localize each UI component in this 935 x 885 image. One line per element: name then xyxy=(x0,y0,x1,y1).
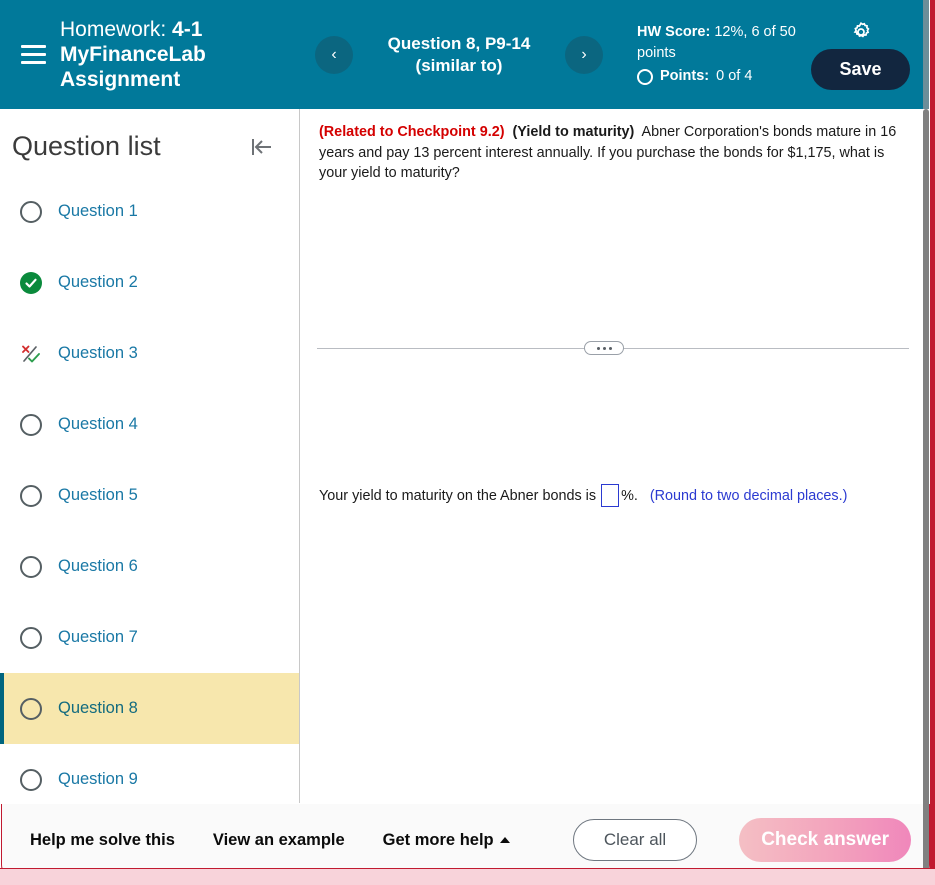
vertical-scrollbar[interactable] xyxy=(923,109,929,884)
hamburger-bar xyxy=(20,53,46,56)
question-statement: (Related to Checkpoint 9.2) (Yield to ma… xyxy=(301,109,923,184)
sidebar-item-question-7[interactable]: Question 7 xyxy=(0,602,299,673)
sidebar-item-question-1[interactable]: Question 1 xyxy=(0,176,299,247)
sidebar-item-label: Question 8 xyxy=(58,699,138,717)
app-header: Homework: 4-1 MyFinanceLab Assignment ‹ … xyxy=(0,0,923,109)
sidebar-item-question-6[interactable]: Question 6 xyxy=(0,531,299,602)
partial-credit-icon xyxy=(20,343,42,365)
empty-circle-icon xyxy=(20,626,42,649)
sidebar-header: Question list xyxy=(0,109,299,162)
sidebar-item-question-9[interactable]: Question 9 xyxy=(0,744,299,803)
gear-icon[interactable] xyxy=(849,20,873,44)
handle-dot xyxy=(602,346,606,350)
help-me-solve-this-link[interactable]: Help me solve this xyxy=(30,831,175,850)
answer-unit: %. xyxy=(621,487,638,504)
sidebar-item-label: Question 6 xyxy=(58,557,138,575)
points-row: Points: 0 of 4 xyxy=(637,66,812,87)
action-toolbar: Help me solve this View an example Get m… xyxy=(1,804,930,877)
answer-prompt: Your yield to maturity on the Abner bond… xyxy=(319,487,597,504)
hamburger-menu-icon[interactable] xyxy=(8,45,58,64)
resize-handle-dots-icon[interactable] xyxy=(584,341,624,355)
hamburger-bar xyxy=(20,61,46,64)
collapse-panel-left-icon[interactable] xyxy=(247,133,275,161)
empty-circle-icon xyxy=(20,200,42,223)
chevron-left-icon: ‹ xyxy=(331,45,337,63)
save-button[interactable]: Save xyxy=(811,48,910,90)
scrollbar-thumb[interactable] xyxy=(923,109,929,884)
sidebar-item-label: Question 1 xyxy=(58,202,138,220)
answer-input[interactable] xyxy=(601,484,620,507)
empty-circle-icon xyxy=(20,697,42,720)
handle-dot xyxy=(596,346,600,350)
sidebar-item-label: Question 3 xyxy=(58,344,138,362)
mymathlab-homework-page: Homework: 4-1 MyFinanceLab Assignment ‹ … xyxy=(0,0,935,885)
points-label: Points: xyxy=(660,68,710,84)
hw-score-row: HW Score: 12%, 6 of 50 points xyxy=(637,22,812,64)
get-more-help-link[interactable]: Get more help xyxy=(383,831,510,850)
empty-circle-icon xyxy=(20,555,42,578)
empty-circle-icon xyxy=(20,768,42,791)
sidebar-item-label: Question 7 xyxy=(58,628,138,646)
sidebar-item-question-3[interactable]: Question 3 xyxy=(0,318,299,389)
previous-question-button[interactable]: ‹ xyxy=(315,35,353,74)
question-list: Question 1 Question 2 Question 3 Questio… xyxy=(0,176,299,803)
rounding-hint: (Round to two decimal places.) xyxy=(649,487,848,504)
homework-label: Homework: xyxy=(60,18,167,41)
checkpoint-reference: (Related to Checkpoint 9.2) xyxy=(319,124,505,140)
green-check-circle-icon xyxy=(20,271,42,294)
question-nav-sub: (similar to) xyxy=(415,55,503,75)
points-value: 0 of 4 xyxy=(716,68,753,84)
empty-circle-icon xyxy=(20,484,42,507)
sidebar-title: Question list xyxy=(12,131,161,161)
empty-circle-icon xyxy=(20,413,42,436)
question-topic: (Yield to maturity) xyxy=(512,124,635,140)
sidebar-item-label: Question 2 xyxy=(58,273,138,291)
sidebar-item-question-8[interactable]: Question 8 xyxy=(0,673,299,744)
question-nav-title: Question 8, P9-14 (similar to) xyxy=(359,33,559,77)
sidebar-item-label: Question 5 xyxy=(58,486,138,504)
right-edge-border xyxy=(930,0,935,885)
view-an-example-link[interactable]: View an example xyxy=(213,831,345,850)
caret-up-icon xyxy=(499,837,510,844)
header-actions: Save xyxy=(798,0,923,109)
question-list-sidebar: Question list Question 1 Question 2 Ques… xyxy=(0,109,300,803)
score-summary: HW Score: 12%, 6 of 50 points Points: 0 … xyxy=(637,22,812,87)
homework-title: Homework: 4-1 MyFinanceLab Assignment xyxy=(60,17,315,92)
next-question-button[interactable]: › xyxy=(565,35,603,74)
hw-score-label: HW Score: xyxy=(637,24,711,40)
header-scrollbar-cap xyxy=(923,0,929,109)
question-nav-main: Question 8, P9-14 xyxy=(387,33,531,53)
sidebar-item-question-2[interactable]: Question 2 xyxy=(0,247,299,318)
get-more-help-label: Get more help xyxy=(382,830,494,849)
check-answer-button[interactable]: Check answer xyxy=(739,818,911,862)
bottom-edge-band xyxy=(0,869,935,885)
sidebar-item-question-5[interactable]: Question 5 xyxy=(0,460,299,531)
sidebar-item-question-4[interactable]: Question 4 xyxy=(0,389,299,460)
panel-splitter[interactable] xyxy=(317,341,909,355)
handle-dot xyxy=(608,346,612,350)
hamburger-bar xyxy=(20,45,46,48)
chevron-right-icon: › xyxy=(581,45,587,63)
sidebar-item-label: Question 9 xyxy=(58,770,138,788)
sidebar-item-label: Question 4 xyxy=(58,415,138,433)
clear-all-button[interactable]: Clear all xyxy=(572,819,698,861)
question-panel: (Related to Checkpoint 9.2) (Yield to ma… xyxy=(301,109,923,803)
answer-row: Your yield to maturity on the Abner bond… xyxy=(319,484,847,507)
points-status-circle-icon xyxy=(637,68,653,85)
